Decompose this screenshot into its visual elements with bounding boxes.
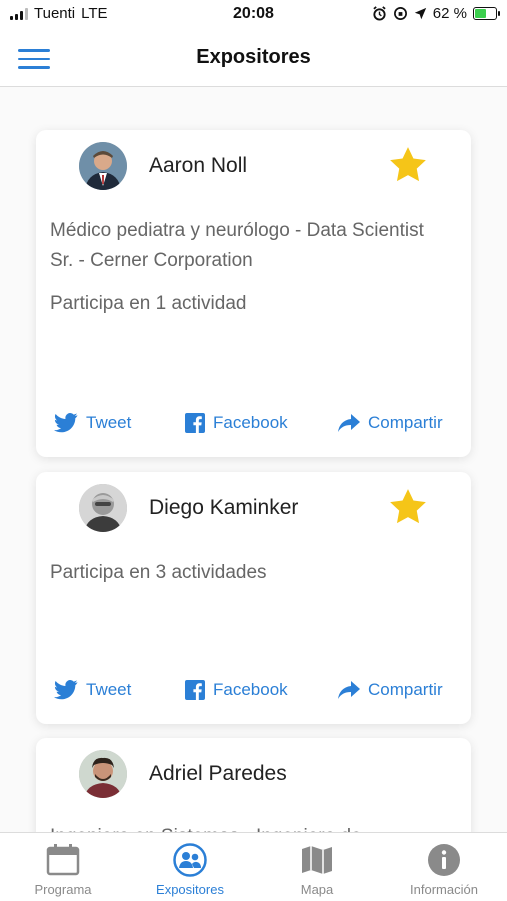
app-header: Expositores <box>0 30 507 87</box>
tab-expositores[interactable]: Expositores <box>127 833 253 901</box>
status-bar: Tuenti LTE 20:08 62 % <box>0 0 507 30</box>
avatar <box>79 142 127 190</box>
avatar <box>79 484 127 532</box>
alarm-icon <box>373 6 386 21</box>
tab-label: Mapa <box>300 882 334 897</box>
location-icon <box>414 7 426 20</box>
speaker-name: Diego Kaminker <box>149 496 299 519</box>
status-right: 62 % <box>372 5 500 22</box>
tab-informacion[interactable]: Información <box>381 833 507 901</box>
speaker-name: Aaron Noll <box>149 154 248 177</box>
speaker-description: Médico pediatra y neurólogo - Data Scien… <box>50 220 424 271</box>
share-actions: Tweet Facebook Compartir <box>36 680 471 710</box>
tweet-button[interactable]: Tweet <box>54 413 131 433</box>
people-icon <box>173 843 207 877</box>
twitter-icon <box>54 680 78 700</box>
facebook-icon <box>185 680 205 700</box>
participation-count[interactable]: Participa en 3 actividades <box>50 562 267 584</box>
facebook-button[interactable]: Facebook <box>185 413 288 433</box>
favorite-star-icon[interactable] <box>387 486 429 528</box>
tab-label: Expositores <box>156 882 224 897</box>
battery-icon <box>473 7 500 20</box>
tab-programa[interactable]: Programa <box>0 833 126 901</box>
battery-percent: 62 % <box>432 5 467 22</box>
facebook-button[interactable]: Facebook <box>185 680 288 700</box>
twitter-icon <box>54 413 78 433</box>
speaker-description: Ingeniero en Sistemas - Ingeniero de <box>50 822 450 832</box>
share-button[interactable]: Compartir <box>338 413 443 433</box>
tab-mapa[interactable]: Mapa <box>254 833 380 901</box>
share-button[interactable]: Compartir <box>338 680 443 700</box>
share-label: Compartir <box>368 413 443 432</box>
share-arrow-icon <box>338 681 360 699</box>
facebook-icon <box>185 413 205 433</box>
tweet-label: Tweet <box>86 680 132 699</box>
tab-label: Programa <box>34 882 92 897</box>
tab-label: Información <box>410 882 478 897</box>
tweet-label: Tweet <box>86 413 132 432</box>
share-arrow-icon <box>338 414 360 432</box>
page-title: Expositores <box>196 46 311 68</box>
speaker-name: Adriel Paredes <box>149 762 287 785</box>
map-icon <box>302 846 332 874</box>
share-actions: Tweet Facebook Compartir <box>36 413 471 443</box>
calendar-icon <box>46 844 80 876</box>
share-label: Compartir <box>368 680 443 699</box>
participation-count[interactable]: Participa en 1 actividad <box>50 293 246 315</box>
orientation-lock-icon <box>393 7 407 20</box>
avatar <box>79 750 127 798</box>
speaker-card[interactable]: Diego Kaminker Participa en 3 actividade… <box>36 472 471 724</box>
favorite-star-icon[interactable] <box>387 144 429 186</box>
bottom-tab-bar: Programa Expositores Mapa Información <box>0 832 507 901</box>
tweet-button[interactable]: Tweet <box>54 680 131 700</box>
info-icon <box>428 844 460 876</box>
facebook-label: Facebook <box>213 413 288 432</box>
speaker-list[interactable]: Aaron Noll Médico pediatra y neurólogo -… <box>0 87 507 832</box>
speaker-card[interactable]: Aaron Noll Médico pediatra y neurólogo -… <box>36 130 471 457</box>
facebook-label: Facebook <box>213 680 288 699</box>
speaker-card[interactable]: Adriel Paredes Ingeniero en Sistemas - I… <box>36 738 471 832</box>
